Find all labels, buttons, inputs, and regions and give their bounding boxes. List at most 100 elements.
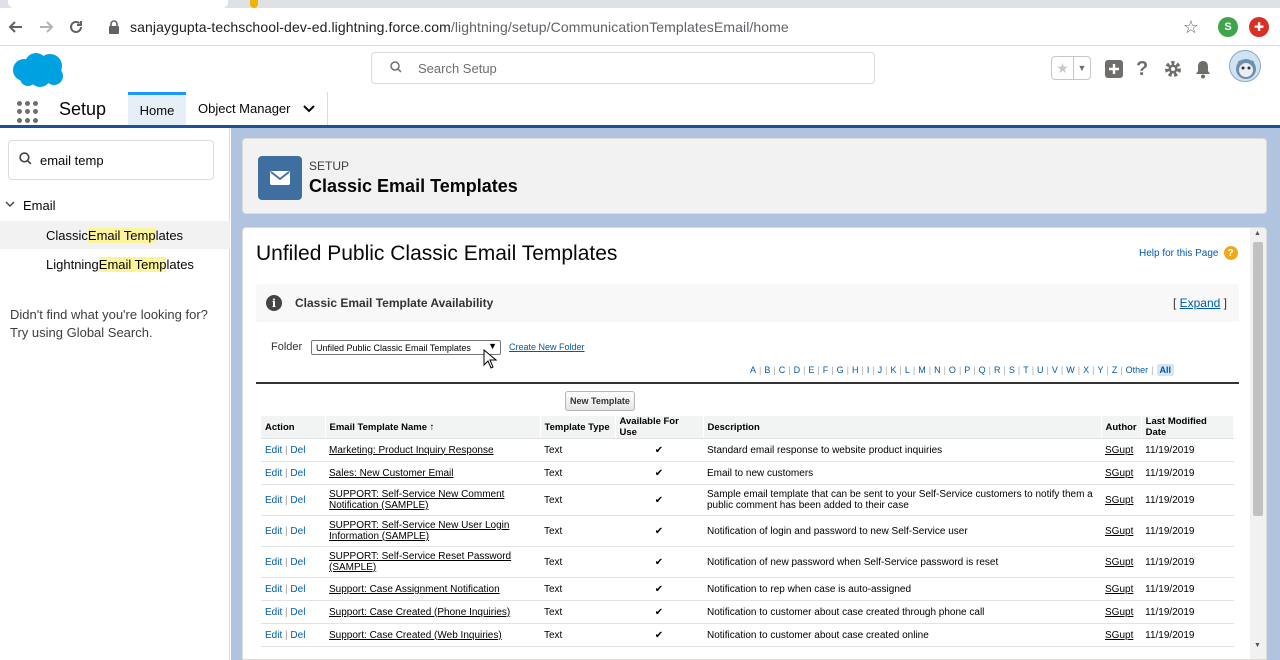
alpha-filter-link[interactable]: K bbox=[891, 365, 897, 375]
expand-link[interactable]: Expand bbox=[1180, 296, 1221, 310]
author-link[interactable]: SGupt bbox=[1105, 495, 1133, 506]
alpha-filter-link[interactable]: W bbox=[1066, 365, 1075, 375]
address-bar[interactable]: sanjaygupta-techschool-dev-ed.lightning.… bbox=[100, 12, 1210, 42]
alpha-filter-link[interactable]: L bbox=[905, 365, 910, 375]
template-name-link[interactable]: SUPPORT: Self-Service New Comment Notifi… bbox=[329, 489, 536, 511]
favorite-star-icon[interactable]: ★ bbox=[1052, 57, 1074, 79]
alpha-filter-link[interactable]: C bbox=[779, 365, 786, 375]
delete-link[interactable]: Del bbox=[290, 526, 305, 537]
author-link[interactable]: SGupt bbox=[1105, 584, 1133, 595]
forward-arrow-icon[interactable] bbox=[34, 15, 58, 39]
alpha-filter-link[interactable]: P bbox=[964, 365, 970, 375]
new-template-button[interactable]: New Template bbox=[565, 391, 635, 411]
setup-search-input[interactable]: Search Setup bbox=[371, 52, 875, 84]
column-header-author[interactable]: Author bbox=[1101, 416, 1142, 439]
column-header-last-modified[interactable]: Last Modified Date bbox=[1141, 416, 1235, 439]
alpha-filter-link[interactable]: X bbox=[1083, 365, 1089, 375]
folder-select[interactable]: Unfiled Public Classic Email Templates ▼ bbox=[311, 340, 501, 355]
help-icon[interactable]: ? bbox=[1136, 56, 1148, 82]
author-link[interactable]: SGupt bbox=[1105, 557, 1133, 568]
alpha-filter-link[interactable]: D bbox=[794, 365, 801, 375]
edit-link[interactable]: Edit bbox=[265, 495, 282, 506]
edit-link[interactable]: Edit bbox=[265, 607, 282, 618]
delete-link[interactable]: Del bbox=[290, 557, 305, 568]
column-header-available[interactable]: Available For Use bbox=[615, 416, 704, 439]
alpha-filter-link[interactable]: F bbox=[823, 365, 829, 375]
alpha-filter-link[interactable]: B bbox=[764, 365, 770, 375]
create-new-folder-link[interactable]: Create New Folder bbox=[509, 342, 585, 352]
column-header-description[interactable]: Description bbox=[703, 416, 1102, 439]
edit-link[interactable]: Edit bbox=[265, 630, 282, 641]
delete-link[interactable]: Del bbox=[290, 630, 305, 641]
edit-link[interactable]: Edit bbox=[265, 445, 282, 456]
vertical-scrollbar[interactable]: ▲ ▼ bbox=[1250, 228, 1266, 659]
alpha-filter-link[interactable]: O bbox=[949, 365, 956, 375]
favorites-dropdown-icon[interactable]: ▼ bbox=[1074, 57, 1090, 79]
alpha-filter-link[interactable]: A bbox=[750, 365, 756, 375]
favorites-button[interactable]: ★ ▼ bbox=[1051, 56, 1091, 80]
user-avatar[interactable] bbox=[1229, 50, 1261, 82]
alpha-filter-link[interactable]: G bbox=[837, 365, 844, 375]
gear-icon[interactable] bbox=[1163, 56, 1183, 82]
app-launcher-icon[interactable] bbox=[17, 101, 39, 123]
alpha-filter-link[interactable]: J bbox=[878, 365, 883, 375]
delete-link[interactable]: Del bbox=[290, 445, 305, 456]
quick-find-input[interactable]: email temp bbox=[8, 140, 214, 180]
alpha-filter-link[interactable]: U bbox=[1037, 365, 1044, 375]
edit-link[interactable]: Edit bbox=[265, 584, 282, 595]
chevron-down-icon[interactable] bbox=[302, 102, 315, 116]
delete-link[interactable]: Del bbox=[290, 607, 305, 618]
template-name-link[interactable]: Marketing: Product Inquiry Response bbox=[329, 445, 536, 456]
alpha-filter-link[interactable]: V bbox=[1052, 365, 1058, 375]
notifications-bell-icon[interactable] bbox=[1194, 56, 1212, 82]
alpha-filter-link[interactable]: I bbox=[867, 365, 870, 375]
template-name-link[interactable]: SUPPORT: Self-Service Reset Password (SA… bbox=[329, 551, 536, 573]
alpha-filter-link[interactable]: S bbox=[1009, 365, 1015, 375]
delete-link[interactable]: Del bbox=[290, 584, 305, 595]
sidebar-group-email[interactable]: Email bbox=[5, 198, 56, 213]
scrollbar-thumb[interactable] bbox=[1253, 242, 1263, 516]
profile-extension-icon[interactable]: S bbox=[1218, 17, 1238, 37]
browser-tab[interactable] bbox=[8, 0, 228, 8]
edit-link[interactable]: Edit bbox=[265, 557, 282, 568]
alpha-filter-link[interactable]: T bbox=[1023, 365, 1029, 375]
chevron-down-icon[interactable] bbox=[5, 200, 15, 211]
salesforce-logo[interactable] bbox=[10, 52, 66, 88]
delete-link[interactable]: Del bbox=[290, 468, 305, 479]
alpha-filter-link[interactable]: H bbox=[852, 365, 859, 375]
alpha-filter-link[interactable]: Other bbox=[1126, 365, 1149, 375]
edit-link[interactable]: Edit bbox=[265, 468, 282, 479]
alpha-filter-link[interactable]: Q bbox=[979, 365, 986, 375]
author-link[interactable]: SGupt bbox=[1105, 468, 1133, 479]
column-header-name[interactable]: Email Template Name ↑ bbox=[325, 416, 541, 439]
template-name-link[interactable]: Support: Case Created (Phone Inquiries) bbox=[329, 607, 536, 618]
author-link[interactable]: SGupt bbox=[1105, 630, 1133, 641]
bookmark-star-icon[interactable]: ☆ bbox=[1180, 15, 1202, 39]
alpha-filter-link[interactable]: Z bbox=[1112, 365, 1118, 375]
extension-icon[interactable]: ✚ bbox=[1249, 17, 1269, 37]
author-link[interactable]: SGupt bbox=[1105, 445, 1133, 456]
author-link[interactable]: SGupt bbox=[1105, 607, 1133, 618]
help-link[interactable]: Help for this Page ? bbox=[1139, 246, 1238, 260]
alpha-filter-link[interactable]: R bbox=[994, 365, 1001, 375]
alpha-filter-link[interactable]: Y bbox=[1097, 365, 1103, 375]
sidebar-item-lightning-email-templates[interactable]: Lightning Email Temp lates bbox=[0, 250, 230, 278]
alpha-filter-link[interactable]: N bbox=[934, 365, 941, 375]
template-name-link[interactable]: Sales: New Customer Email bbox=[329, 468, 536, 479]
template-name-link[interactable]: Support: Case Created (Web Inquiries) bbox=[329, 630, 536, 641]
column-header-type[interactable]: Template Type bbox=[540, 416, 616, 439]
sidebar-item-classic-email-templates[interactable]: Classic Email Temp lates bbox=[0, 221, 230, 249]
delete-link[interactable]: Del bbox=[290, 495, 305, 506]
author-link[interactable]: SGupt bbox=[1105, 526, 1133, 537]
tab-object-manager[interactable]: Object Manager bbox=[186, 92, 328, 125]
template-name-link[interactable]: SUPPORT: Self-Service New User Login Inf… bbox=[329, 520, 536, 542]
tab-home[interactable]: Home bbox=[128, 92, 186, 125]
back-arrow-icon[interactable] bbox=[4, 15, 28, 39]
alpha-filter-link[interactable]: E bbox=[808, 365, 814, 375]
edit-link[interactable]: Edit bbox=[265, 526, 282, 537]
scroll-down-icon[interactable]: ▼ bbox=[1254, 642, 1261, 649]
global-actions-icon[interactable] bbox=[1104, 56, 1124, 82]
reload-icon[interactable] bbox=[64, 15, 88, 39]
scroll-up-icon[interactable]: ▲ bbox=[1254, 230, 1261, 237]
alpha-filter-link[interactable]: M bbox=[918, 365, 926, 375]
